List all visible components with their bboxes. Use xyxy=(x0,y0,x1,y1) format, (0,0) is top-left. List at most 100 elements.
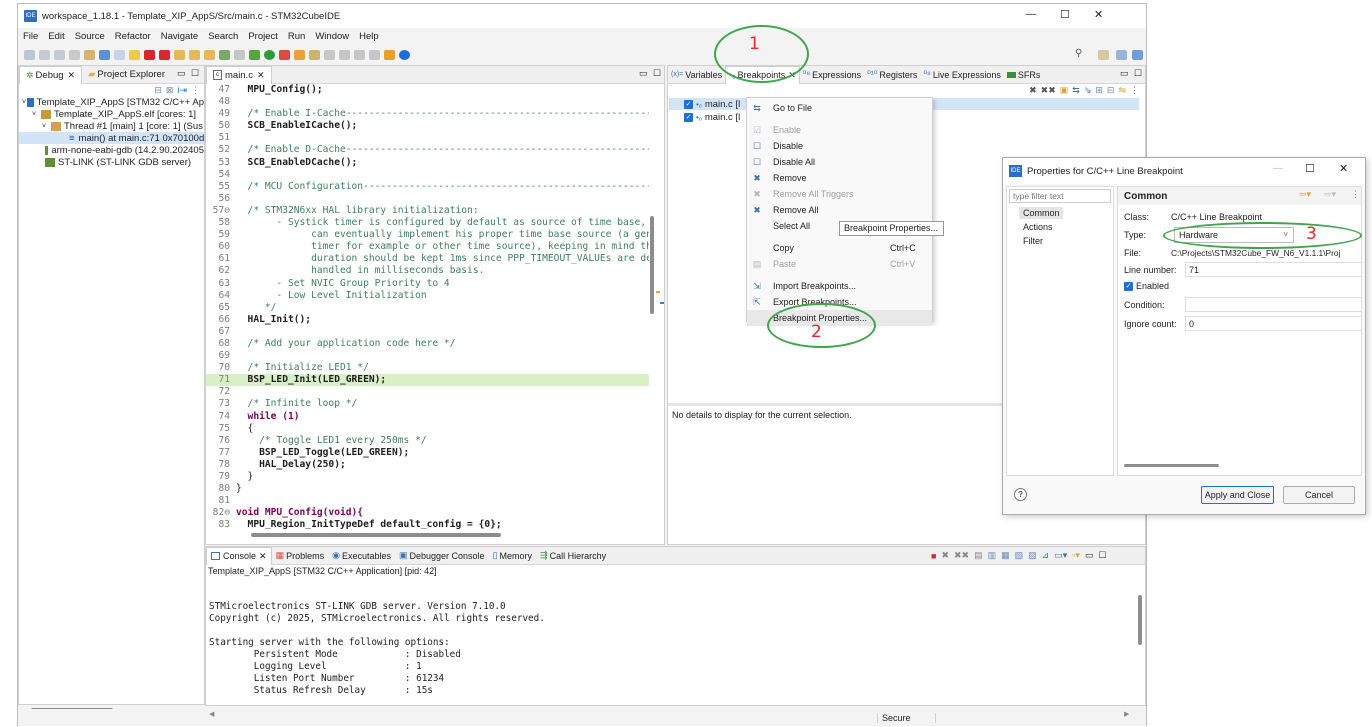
code-line[interactable]: 71 BSP_LED_Init(LED_GREEN); xyxy=(206,374,649,387)
minimize-view-icon[interactable]: ▭ xyxy=(177,68,186,79)
build-icon[interactable] xyxy=(84,50,95,60)
maximize-view-icon[interactable]: ☐ xyxy=(1134,68,1142,79)
dialog-horizontal-scrollbar[interactable] xyxy=(1124,464,1219,467)
code-line[interactable]: 83 MPU_Region_InitTypeDef default_config… xyxy=(206,519,649,529)
left-arrow-icon[interactable]: ◀ xyxy=(209,710,214,718)
menu-navigate[interactable]: Navigate xyxy=(161,31,199,42)
terminate-icon[interactable] xyxy=(144,50,155,60)
back-icon[interactable] xyxy=(354,50,365,60)
line-number-field[interactable]: 71 xyxy=(1185,262,1362,277)
code-line[interactable]: 67 xyxy=(206,326,649,338)
save-icon[interactable] xyxy=(39,50,50,60)
code-line[interactable]: 66 HAL_Init(); xyxy=(206,314,649,326)
enabled-checkbox[interactable]: ✓ Enabled xyxy=(1124,281,1169,291)
context-menu-item[interactable]: Copy Ctrl+C xyxy=(747,240,932,256)
code-line[interactable]: 48 xyxy=(206,96,649,108)
open-perspective-icon[interactable] xyxy=(1098,50,1109,60)
maximize-view-icon[interactable]: ☐ xyxy=(191,68,199,79)
menu-file[interactable]: File xyxy=(23,31,38,42)
view-menu-icon[interactable]: ⋮ xyxy=(191,85,200,96)
search-toolbar-icon[interactable] xyxy=(324,50,335,60)
right-arrow-icon[interactable]: ▶ xyxy=(1124,710,1129,718)
search-icon[interactable]: ⚲ xyxy=(1075,48,1082,59)
console-vertical-scrollbar[interactable] xyxy=(1138,595,1142,645)
restart-icon[interactable] xyxy=(234,50,245,60)
menu-source[interactable]: Source xyxy=(75,31,105,42)
maximize-button[interactable]: ☐ xyxy=(1060,8,1070,21)
code-line[interactable]: 49 /* Enable I-Cache--------------------… xyxy=(206,108,649,120)
code-line[interactable]: 77 BSP_LED_Toggle(LED_GREEN); xyxy=(206,447,649,459)
instruction-step-icon[interactable] xyxy=(219,50,230,60)
menu-help[interactable]: Help xyxy=(359,31,379,42)
new-class-icon[interactable] xyxy=(294,50,305,60)
forward-icon[interactable]: ⇨▾ xyxy=(1324,189,1336,200)
code-line[interactable]: 81 xyxy=(206,495,649,507)
skip-all-icon[interactable]: ⇘ xyxy=(1084,85,1092,96)
code-line[interactable]: 62 handled in milliseconds basis. xyxy=(206,265,649,277)
save-all-icon[interactable] xyxy=(54,50,65,60)
menu-run[interactable]: Run xyxy=(288,31,305,42)
code-line[interactable]: 51 xyxy=(206,132,649,144)
word-wrap-icon[interactable]: ▦ xyxy=(1001,550,1010,561)
menu-search[interactable]: Search xyxy=(208,31,238,42)
code-line[interactable]: 57⊖ /* STM32N6xx HAL library initializat… xyxy=(206,205,649,217)
step-filter-icon[interactable]: i⇥ xyxy=(177,85,187,96)
remove-selected-icon[interactable]: ✖ xyxy=(1029,85,1037,96)
remove-terminated-icon[interactable]: ⊠ xyxy=(166,85,174,96)
menu-window[interactable]: Window xyxy=(315,31,349,42)
tab-call-hierarchy[interactable]: ⇶ Call Hierarchy xyxy=(536,547,610,565)
checkbox-checked-icon[interactable]: ✓ xyxy=(684,112,693,122)
dialog-minimize-button[interactable]: — xyxy=(1273,163,1283,174)
code-line[interactable]: 75 { xyxy=(206,423,649,435)
debug-icon[interactable] xyxy=(249,50,260,60)
minimize-view-icon[interactable]: ▭ xyxy=(1085,550,1094,561)
context-menu-item[interactable]: ✖ Remove All Triggers xyxy=(747,186,932,202)
maximize-view-icon[interactable]: ☐ xyxy=(1098,550,1106,561)
disconnect-icon[interactable] xyxy=(159,50,170,60)
code-line[interactable]: 70 /* Initialize LED1 */ xyxy=(206,362,649,374)
link-with-debug-icon[interactable]: ⇋ xyxy=(1118,85,1126,96)
code-line[interactable]: 74 while (1) xyxy=(206,411,649,423)
remove-all-icon[interactable]: ✖✖ xyxy=(1041,85,1056,96)
code-line[interactable]: 76 /* Toggle LED1 every 250ms */ xyxy=(206,435,649,447)
open-type-icon[interactable] xyxy=(309,50,320,60)
new-icon[interactable] xyxy=(24,50,35,60)
debug-perspective-icon[interactable] xyxy=(1132,50,1143,60)
remove-all-terminated-icon[interactable]: ✖✖ xyxy=(954,550,969,561)
show-on-error-icon[interactable]: ▨ xyxy=(1028,550,1037,561)
tab-registers[interactable]: ⁰¹⁰ Registers xyxy=(864,66,920,84)
show-on-output-icon[interactable]: ▧ xyxy=(1015,550,1024,561)
tab-debugger-console[interactable]: ▣ Debugger Console xyxy=(395,547,489,565)
tree-item-frame-selected[interactable]: ≡ main() at main.c:71 0x70100d xyxy=(19,132,204,144)
tab-sfrs[interactable]: SFRs xyxy=(1004,66,1044,84)
context-menu-item[interactable]: ⇲ Import Breakpoints... xyxy=(747,278,932,294)
filter-input[interactable]: type filter text xyxy=(1009,189,1111,203)
condition-field[interactable] xyxy=(1185,297,1362,312)
expand-icon[interactable]: ˅ xyxy=(32,111,41,118)
skip-breakpoints-icon[interactable] xyxy=(99,50,110,60)
code-line[interactable]: 82⊖ void MPU_Config(void){ xyxy=(206,507,649,519)
menu-refactor[interactable]: Refactor xyxy=(115,31,151,42)
run-icon[interactable] xyxy=(264,50,275,60)
tab-debug[interactable]: ✲ Debug ✕ xyxy=(19,65,83,84)
tree-item-stlink[interactable]: ST-LINK (ST-LINK GDB server) xyxy=(19,156,204,168)
context-menu-item[interactable]: ▤ Paste Ctrl+V xyxy=(747,256,932,272)
close-tab-icon[interactable]: ✕ xyxy=(257,70,265,81)
remove-launch-icon[interactable]: ✖ xyxy=(941,550,949,561)
nav-item-actions[interactable]: Actions xyxy=(1023,221,1113,233)
info-icon[interactable] xyxy=(399,50,410,60)
code-line[interactable]: 58 - Systick timer is configured by defa… xyxy=(206,217,649,229)
tree-item-elf[interactable]: ˅ Template_XIP_AppS.elf [cores: 1] xyxy=(19,108,204,120)
close-button[interactable]: ✕ xyxy=(1094,8,1103,21)
go-to-file-icon[interactable]: ⇆ xyxy=(1072,85,1080,96)
context-menu-item[interactable]: ☐ Disable All xyxy=(747,154,932,170)
tab-project-explorer[interactable]: ▰ Project Explorer xyxy=(82,66,171,84)
code-area[interactable]: 47 MPU_Config(); 48 49 /* Enable I-Cache--… xyxy=(206,84,649,529)
tab-live-expressions[interactable]: ⁰⁸ Live Expressions xyxy=(920,66,1003,84)
tab-console[interactable]: Console ✕ xyxy=(206,546,272,565)
checkbox-checked-icon[interactable]: ✓ xyxy=(684,99,693,109)
minimize-view-icon[interactable]: ▭ xyxy=(1120,68,1129,79)
menu-project[interactable]: Project xyxy=(248,31,278,42)
code-line[interactable]: 68 /* Add your application code here */ xyxy=(206,338,649,350)
terminate-icon[interactable]: ■ xyxy=(931,551,936,561)
